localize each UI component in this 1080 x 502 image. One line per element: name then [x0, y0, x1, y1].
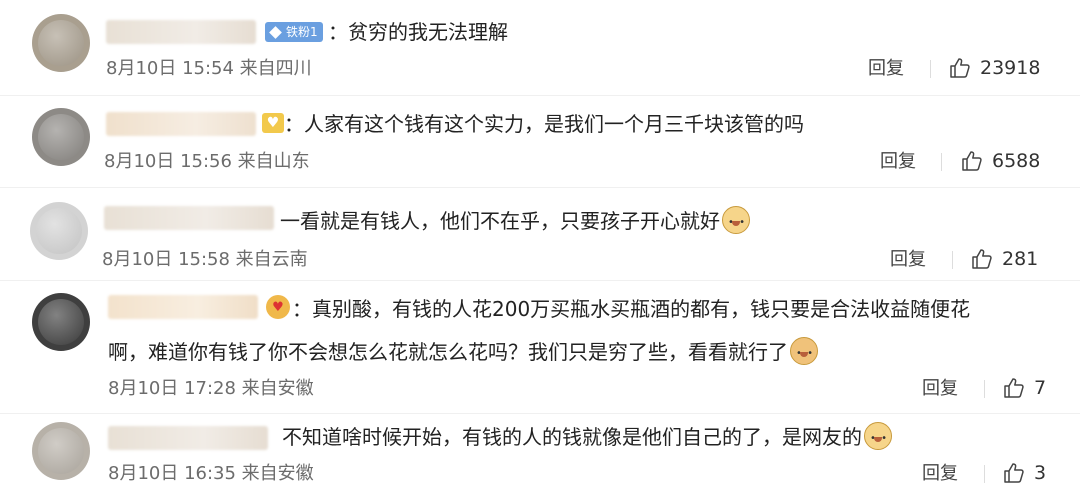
comment-meta: 8月10日 15:54 来自四川 — [106, 58, 312, 79]
comment-text: ：真别酸，有钱的人花200万买瓶水买瓶酒的都有，钱只要是合法收益随便花 — [292, 297, 971, 321]
comment-meta: 8月10日 15:56 来自山东 — [104, 151, 310, 172]
cat-emoji-icon — [790, 337, 818, 368]
like-button[interactable]: 3 — [1002, 461, 1046, 485]
comment-text: 一看就是有钱人，他们不在乎，只要孩子开心就好 — [280, 206, 750, 237]
like-count: 3 — [1034, 462, 1047, 484]
avatar[interactable] — [32, 293, 90, 351]
emoji-badge-icon: ♥ — [266, 295, 290, 319]
doge-emoji-icon — [864, 422, 892, 453]
doge-emoji-icon — [722, 206, 750, 237]
like-count: 23918 — [980, 57, 1041, 79]
like-count: 7 — [1034, 377, 1047, 399]
username-blurred[interactable] — [108, 295, 258, 319]
avatar[interactable] — [32, 14, 90, 72]
thumbs-up-icon — [962, 151, 982, 171]
comment-meta: 8月10日 15:58 来自云南 — [102, 249, 308, 270]
thumbs-up-icon — [950, 58, 970, 78]
reply-button[interactable]: 回复 — [868, 57, 904, 81]
comment-meta: 8月10日 17:28 来自安徽 — [108, 378, 314, 399]
divider — [930, 60, 931, 78]
diamond-icon — [269, 25, 282, 39]
comment-meta: 8月10日 16:35 来自安徽 — [108, 463, 314, 484]
username-blurred[interactable] — [106, 112, 256, 136]
divider — [952, 251, 953, 269]
comment-item: 不知道啥时候开始，有钱的人的钱就像是他们自己的了，是网友的 8月10日 16:3… — [0, 414, 1080, 502]
thumbs-up-icon — [1004, 463, 1024, 483]
username-blurred[interactable] — [108, 426, 268, 450]
comment-list: 铁粉1 ：贫穷的我无法理解 8月10日 15:54 来自四川 回复 23918 … — [0, 0, 1080, 502]
comment-item: 铁粉1 ：贫穷的我无法理解 8月10日 15:54 来自四川 回复 23918 — [0, 0, 1080, 95]
username-blurred[interactable] — [106, 20, 256, 44]
like-count: 6588 — [992, 150, 1041, 172]
divider — [984, 380, 985, 398]
avatar[interactable] — [32, 108, 90, 166]
like-button[interactable]: 7 — [1002, 376, 1046, 400]
reply-button[interactable]: 回复 — [922, 377, 958, 401]
comment-text: ：贫穷的我无法理解 — [328, 20, 508, 44]
thumbs-up-icon — [972, 249, 992, 269]
comment-item: ♥ ：人家有这个钱有这个实力，是我们一个月三千块该管的吗 8月10日 15:56… — [0, 96, 1080, 186]
like-button[interactable]: 6588 — [960, 149, 1040, 173]
heart-badge-icon: ♥ — [262, 113, 284, 133]
comment-item: ♥ ：真别酸，有钱的人花200万买瓶水买瓶酒的都有，钱只要是合法收益随便花 啊，… — [0, 281, 1080, 413]
divider — [941, 153, 942, 171]
reply-button[interactable]: 回复 — [880, 150, 916, 174]
comment-item: 一看就是有钱人，他们不在乎，只要孩子开心就好 8月10日 15:58 来自云南 … — [0, 188, 1080, 280]
like-count: 281 — [1002, 248, 1039, 270]
comment-text: 不知道啥时候开始，有钱的人的钱就像是他们自己的了，是网友的 — [282, 422, 892, 453]
thumbs-up-icon — [1004, 378, 1024, 398]
avatar[interactable] — [30, 202, 88, 260]
like-button[interactable]: 281 — [970, 247, 1038, 271]
comment-text: ：人家有这个钱有这个实力，是我们一个月三千块该管的吗 — [284, 112, 804, 136]
comment-text-continued: 啊，难道你有钱了你不会想怎么花就怎么花吗？我们只是穷了些，看看就行了 — [108, 337, 818, 368]
reply-button[interactable]: 回复 — [922, 462, 958, 486]
like-button[interactable]: 23918 — [948, 56, 1040, 80]
divider — [984, 465, 985, 483]
fan-badge: 铁粉1 — [265, 22, 323, 42]
reply-button[interactable]: 回复 — [890, 248, 926, 272]
username-blurred[interactable] — [104, 206, 274, 230]
avatar[interactable] — [32, 422, 90, 480]
